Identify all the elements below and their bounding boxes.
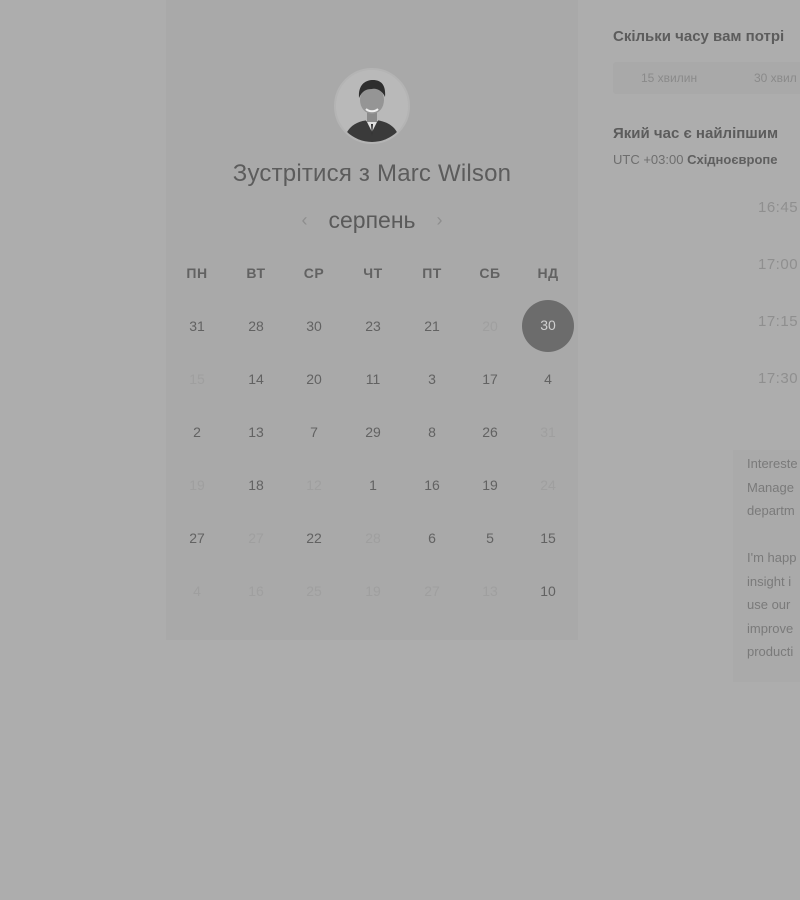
calendar-day[interactable]: 5 [464, 528, 516, 548]
timezone-label[interactable]: UTC +03:00 Східноєвропе [613, 152, 778, 167]
duration-option-30[interactable]: 30 хвил [754, 62, 797, 94]
calendar-day: 24 [540, 477, 556, 493]
calendar-day[interactable]: 28 [230, 316, 282, 336]
calendar-day[interactable]: 15 [522, 528, 574, 548]
calendar-day: 28 [365, 530, 381, 546]
month-navigation: ‹ серпень › [166, 205, 578, 235]
calendar-day: 20 [482, 318, 498, 334]
chevron-left-icon[interactable]: ‹ [292, 210, 316, 231]
weekday-header: СР [303, 265, 325, 281]
weekday-header: НД [537, 265, 559, 281]
calendar-day-selected[interactable]: 30 [522, 300, 574, 352]
description-line: insight i [747, 574, 792, 589]
description-line: producti [747, 644, 794, 659]
calendar-day[interactable]: 13 [230, 422, 282, 442]
calendar-day: 31 [540, 424, 556, 440]
calendar-day[interactable]: 30 [288, 316, 340, 336]
calendar-day[interactable]: 2 [171, 422, 223, 442]
calendar-day: 12 [306, 477, 322, 493]
description-line: departm [747, 503, 795, 518]
calendar-day: 19 [365, 583, 381, 599]
description-line: improve [747, 621, 794, 636]
calendar-day[interactable]: 17 [464, 369, 516, 389]
calendar-day[interactable]: 4 [522, 369, 574, 389]
timezone-offset: UTC +03:00 [613, 152, 684, 167]
description-line: use our [747, 597, 791, 612]
person-photo-icon [336, 70, 408, 142]
calendar-day[interactable]: 16 [406, 475, 458, 495]
avatar [334, 68, 410, 144]
calendar-day: 13 [482, 583, 498, 599]
calendar-day[interactable]: 6 [406, 528, 458, 548]
calendar-day[interactable]: 18 [230, 475, 282, 495]
duration-selector: 15 хвилин 30 хвил [613, 62, 800, 94]
weekday-header: СБ [479, 265, 501, 281]
calendar-day[interactable]: 22 [288, 528, 340, 548]
calendar-day: 19 [189, 477, 205, 493]
weekday-header: ВТ [246, 265, 266, 281]
calendar-day[interactable]: 11 [347, 369, 399, 389]
description-line: Manage [747, 480, 794, 495]
calendar-day[interactable]: 1 [347, 475, 399, 495]
weekday-header: ПН [186, 265, 208, 281]
calendar-day[interactable]: 26 [464, 422, 516, 442]
calendar-day[interactable]: 29 [347, 422, 399, 442]
description-line: I'm happ [747, 550, 797, 565]
time-slot[interactable]: 17:15 [758, 313, 798, 330]
calendar-day[interactable]: 27 [171, 528, 223, 548]
time-slot[interactable]: 17:30 [758, 370, 798, 387]
chevron-right-icon[interactable]: › [428, 210, 452, 231]
calendar-day[interactable]: 8 [406, 422, 458, 442]
calendar-day[interactable]: 21 [406, 316, 458, 336]
time-slot[interactable]: 16:45 [758, 199, 798, 216]
calendar-day[interactable]: 10 [522, 581, 574, 601]
time-slot[interactable]: 17:00 [758, 256, 798, 273]
weekday-header: ЧТ [363, 265, 383, 281]
calendar-day[interactable]: 14 [230, 369, 282, 389]
calendar-day[interactable]: 19 [464, 475, 516, 495]
calendar-day: 27 [248, 530, 264, 546]
calendar-day[interactable]: 31 [171, 316, 223, 336]
month-label: серпень [328, 206, 416, 233]
calendar-day: 15 [189, 371, 205, 387]
page-title: Зустрітися з Marc Wilson [232, 160, 512, 187]
calendar-day[interactable]: 3 [406, 369, 458, 389]
description-line: Intereste [747, 456, 798, 471]
duration-question: Скільки часу вам потрі [613, 28, 785, 45]
calendar-day: 4 [193, 583, 201, 599]
calendar-day: 16 [248, 583, 264, 599]
time-question: Який час є найліпшим [613, 125, 779, 142]
calendar-day[interactable]: 7 [288, 422, 340, 442]
duration-option-15[interactable]: 15 хвилин [641, 62, 697, 94]
calendar-day[interactable]: 20 [288, 369, 340, 389]
calendar-day[interactable]: 23 [347, 316, 399, 336]
weekday-header: ПТ [422, 265, 442, 281]
description-panel: Intereste Manage departm I'm happ insigh… [733, 450, 800, 682]
calendar-day: 27 [424, 583, 440, 599]
timezone-name: Східноєвропе [687, 152, 778, 167]
calendar-day: 25 [306, 583, 322, 599]
